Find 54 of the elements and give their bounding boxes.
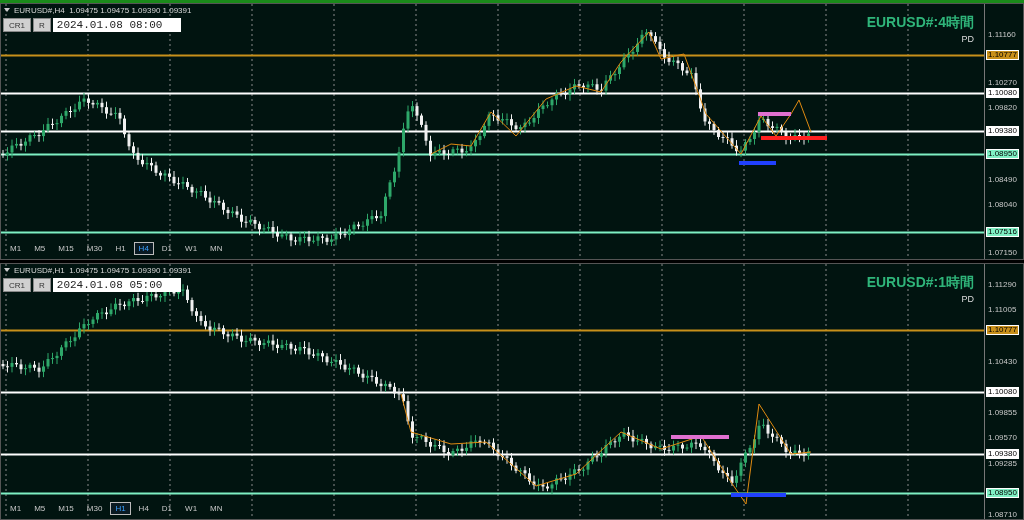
symbol-quote: EURUSD#,H4 1.09475 1.09475 1.09390 1.09391 xyxy=(14,5,192,15)
timeframe-button[interactable]: M1 xyxy=(5,502,27,515)
price-label: 1.10777 xyxy=(986,324,1019,335)
timeframe-button[interactable]: W1 xyxy=(180,242,203,255)
timeframe-button[interactable]: H4 xyxy=(133,242,154,255)
price-label: 1.10080 xyxy=(986,386,1019,397)
chart-subtitle: PD xyxy=(960,34,974,44)
toolbar-button[interactable]: R xyxy=(33,278,51,292)
price-label: 1.09380 xyxy=(986,125,1019,136)
price-label: 1.10777 xyxy=(986,49,1019,60)
timeframe-button[interactable]: M5 xyxy=(29,242,51,255)
caret-icon[interactable] xyxy=(4,8,10,12)
price-label: 1.08950 xyxy=(986,487,1019,498)
axis-tick-label: 1.11290 xyxy=(988,281,1017,289)
axis-tick-label: 1.10270 xyxy=(988,79,1017,88)
axis-tick-label: 1.09855 xyxy=(988,408,1017,417)
caret-icon[interactable] xyxy=(4,268,10,272)
timeframe-button[interactable]: M30 xyxy=(81,502,108,515)
toolbar-button[interactable]: CR1 xyxy=(3,18,31,32)
timeframe-button[interactable]: H1 xyxy=(110,242,131,255)
timeframe-button[interactable]: MN xyxy=(205,242,228,255)
timeframe-button[interactable]: M15 xyxy=(53,242,79,255)
chart-title: EURUSD#:4時間 xyxy=(866,14,974,32)
timeframe-button[interactable]: M30 xyxy=(81,242,108,255)
timeframe-button[interactable]: M5 xyxy=(29,502,51,515)
axis-tick-label: 1.08490 xyxy=(988,176,1017,185)
toolbar-button[interactable]: R xyxy=(33,18,51,32)
price-label: 1.10080 xyxy=(986,87,1019,98)
axis-tick-label: 1.11005 xyxy=(988,306,1017,315)
axis-tick-label: 1.10430 xyxy=(988,357,1017,366)
axis-tick-label: 1.07150 xyxy=(988,249,1017,257)
timeframe-button[interactable]: M1 xyxy=(5,242,27,255)
date-field[interactable]: 2024.01.08 05:00 xyxy=(52,278,181,292)
timeframe-button[interactable]: M15 xyxy=(53,502,79,515)
price-label: 1.09380 xyxy=(986,449,1019,460)
timeframe-button[interactable]: D1 xyxy=(156,502,178,515)
toolbar-button[interactable]: CR1 xyxy=(3,278,31,292)
timeframe-button[interactable]: H4 xyxy=(133,502,154,515)
symbol-quote: EURUSD#,H1 1.09475 1.09475 1.09390 1.09391 xyxy=(14,265,192,275)
price-label: 1.07516 xyxy=(986,227,1019,238)
axis-tick-label: 1.08040 xyxy=(988,200,1017,209)
axis-tick-label: 1.09820 xyxy=(988,103,1017,112)
chart-title: EURUSD#:1時間 xyxy=(866,274,974,292)
axis-tick-label: 1.09285 xyxy=(988,459,1017,468)
axis-tick-label: 1.08710 xyxy=(988,511,1017,519)
timeframe-button[interactable]: D1 xyxy=(156,242,178,255)
axis-tick-label: 1.11160 xyxy=(988,31,1016,39)
timeframe-button[interactable]: W1 xyxy=(180,502,203,515)
axis-tick-label: 1.09570 xyxy=(988,434,1017,443)
timeframe-button[interactable]: MN xyxy=(205,502,228,515)
date-field[interactable]: 2024.01.08 08:00 xyxy=(52,18,181,32)
price-label: 1.08950 xyxy=(986,149,1019,160)
chart-subtitle: PD xyxy=(960,294,974,304)
timeframe-button[interactable]: H1 xyxy=(110,502,131,515)
